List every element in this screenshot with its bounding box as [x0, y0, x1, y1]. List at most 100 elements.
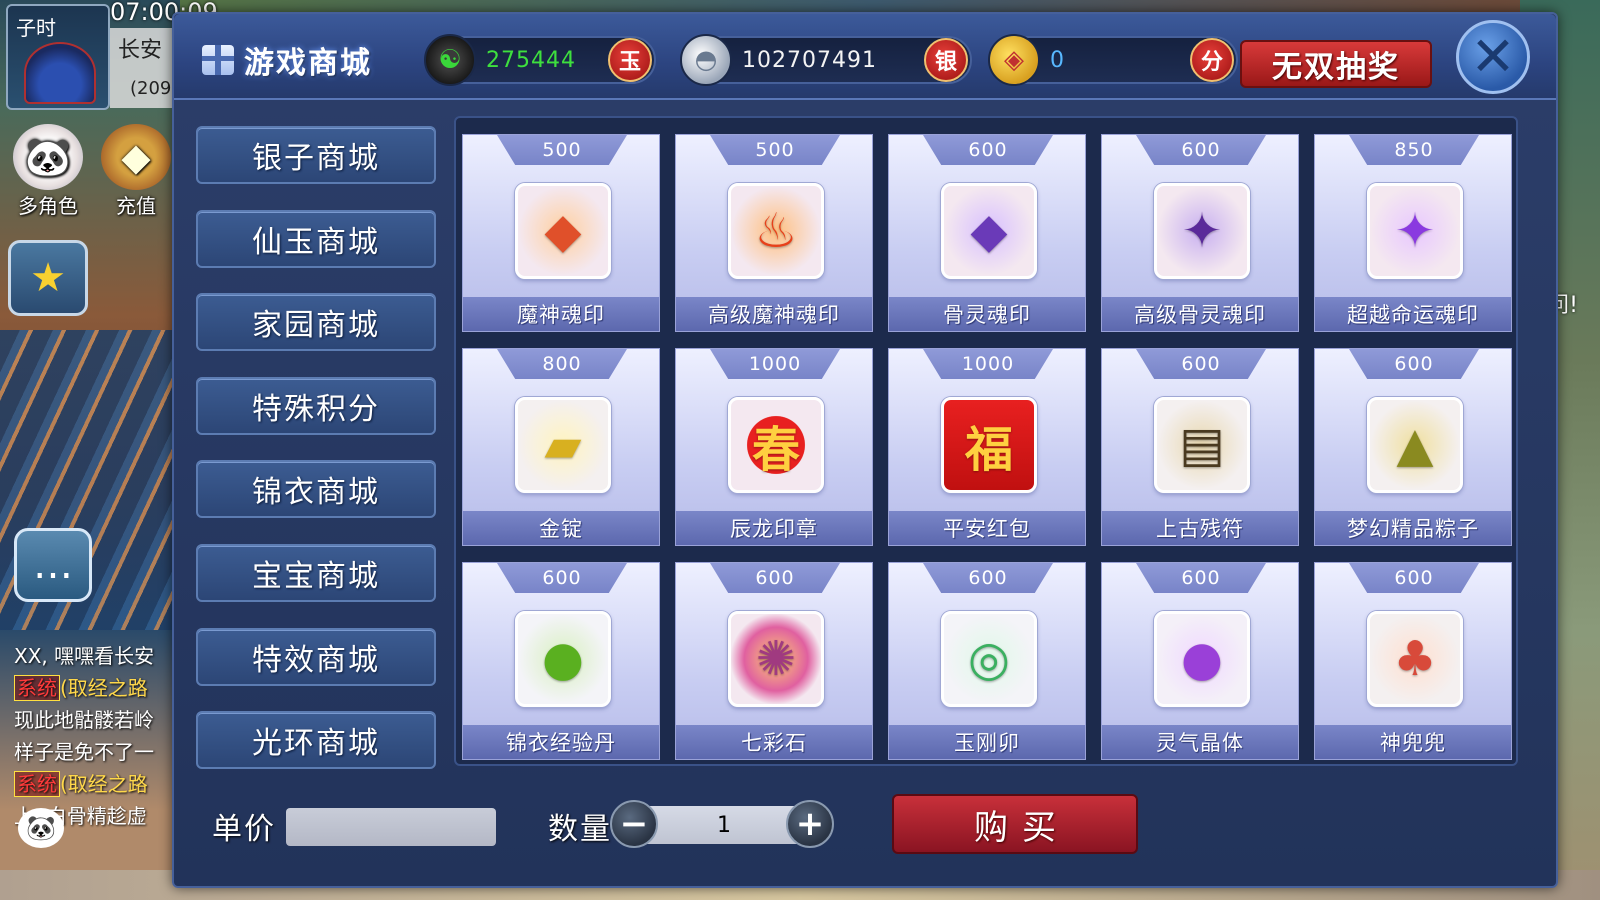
pet-avatar-icon: ★	[30, 255, 66, 301]
item-card[interactable]: 1000 春辰龙印章	[675, 348, 873, 546]
pet-button[interactable]: ★	[8, 240, 88, 316]
lottery-button[interactable]: 无双抽奖	[1240, 40, 1432, 88]
ancient-talisman-icon: ▤	[1154, 397, 1250, 493]
system-tag: 系统	[14, 675, 60, 701]
item-price: 600	[1136, 563, 1266, 593]
recharge-label: 充值	[116, 194, 156, 218]
nav-silver-mall[interactable]: 银子商城	[196, 126, 436, 184]
item-grid: 500 ◆ 魔神魂印 500 ♨ 高级魔神魂印 600 ◆ 骨灵魂印 600 ✦ 高级骨灵魂印 850 ✦…	[462, 134, 1512, 760]
item-name: 魔神魂印	[463, 297, 659, 331]
item-name: 神兜兜	[1315, 725, 1511, 759]
item-price: 800	[497, 349, 627, 379]
item-price: 600	[497, 563, 627, 593]
item-name: 金锭	[463, 511, 659, 545]
dragon-seal-icon: 春	[728, 397, 824, 493]
item-name: 锦衣经验丹	[463, 725, 659, 759]
city-name: 长安	[118, 38, 163, 63]
nav-pet-mall[interactable]: 宝宝商城	[196, 543, 436, 602]
panda-avatar-icon: 🐼	[13, 124, 83, 190]
item-card[interactable]: 600 ♣ 神兜兜	[1314, 562, 1512, 760]
item-card[interactable]: 600 ✦ 高级骨灵魂印	[1101, 134, 1299, 332]
player-coords: (209	[130, 78, 172, 99]
item-card[interactable]: 600 ◎ 玉刚卯	[888, 562, 1086, 760]
close-icon[interactable]: ✕	[1456, 20, 1530, 94]
item-card[interactable]: 600 ● 灵气晶体	[1101, 562, 1299, 760]
item-price: 500	[710, 135, 840, 165]
item-name: 辰龙印章	[676, 511, 872, 545]
chat-line: XX, 嘿嘿看长安	[14, 644, 155, 668]
multi-role-button[interactable]: 🐼 多角色	[8, 124, 88, 219]
item-price: 500	[497, 135, 627, 165]
silver-balance: ◓ 102707491 银	[680, 34, 972, 86]
item-name: 骨灵魂印	[889, 297, 1085, 331]
multi-role-label: 多角色	[18, 194, 78, 218]
item-card[interactable]: 600 ▲ 梦幻精品粽子	[1314, 348, 1512, 546]
minimap-location[interactable]: 长安 (209	[110, 28, 180, 108]
mall-header: 游戏商城 ☯ 275444 玉 ◓ 102707491 银 ◈ 0 分 无双抽奖…	[174, 14, 1556, 100]
item-price: 600	[1136, 135, 1266, 165]
time-period: 子时	[16, 16, 56, 40]
nav-halo-mall[interactable]: 光环商城	[196, 711, 436, 770]
item-grid-panel: 500 ◆ 魔神魂印 500 ♨ 高级魔神魂印 600 ◆ 骨灵魂印 600 ✦ 高级骨灵魂印 850 ✦…	[454, 116, 1518, 766]
item-name: 七彩石	[676, 725, 872, 759]
item-card[interactable]: 500 ◆ 魔神魂印	[462, 134, 660, 332]
zongzi-icon: ▲	[1367, 397, 1463, 493]
gold-ingot-icon: ▰	[515, 397, 611, 493]
chat-bubble-icon: …	[33, 542, 73, 588]
item-card[interactable]: 850 ✦ 超越命运魂印	[1314, 134, 1512, 332]
item-name: 玉刚卯	[889, 725, 1085, 759]
purchase-bar: 单价 数量 − + 购买	[174, 790, 1556, 870]
palace-gate-icon	[24, 42, 96, 104]
item-price: 600	[1349, 349, 1479, 379]
points-coin-icon: ◈	[988, 34, 1040, 86]
points-badge: 分	[1190, 38, 1234, 82]
item-card[interactable]: 600 ● 锦衣经验丹	[462, 562, 660, 760]
item-card[interactable]: 600 ✺ 七彩石	[675, 562, 873, 760]
item-name: 高级骨灵魂印	[1102, 297, 1298, 331]
nav-jade-mall[interactable]: 仙玉商城	[196, 209, 436, 268]
item-card[interactable]: 600 ◆ 骨灵魂印	[888, 134, 1086, 332]
recharge-button[interactable]: ◆ 充值	[96, 124, 176, 219]
nav-special-points[interactable]: 特殊积分	[196, 376, 436, 435]
nav-home-mall[interactable]: 家园商城	[196, 293, 436, 352]
item-price: 600	[1349, 563, 1479, 593]
item-name: 灵气晶体	[1102, 725, 1298, 759]
rainbow-stone-icon: ✺	[728, 611, 824, 707]
chat-button[interactable]: …	[14, 528, 92, 602]
silver-badge: 银	[924, 38, 968, 82]
time-of-day-widget[interactable]: 子时	[6, 4, 110, 110]
mall-category-nav: 银子商城 仙玉商城 家园商城 特殊积分 锦衣商城 宝宝商城 特效商城 光环商城	[196, 126, 436, 795]
item-price: 600	[710, 563, 840, 593]
item-price: 850	[1349, 135, 1479, 165]
mall-title: 游戏商城	[202, 38, 372, 82]
buy-button[interactable]: 购买	[892, 794, 1138, 854]
quantity-label: 数量	[548, 812, 612, 847]
item-name: 高级魔神魂印	[676, 297, 872, 331]
item-name: 平安红包	[889, 511, 1085, 545]
jade-badge: 玉	[608, 38, 652, 82]
red-envelope-icon: 福	[941, 397, 1037, 493]
jade-balance: ☯ 275444 玉	[424, 34, 656, 86]
purple-crystal-orb-icon: ●	[1154, 611, 1250, 707]
item-price: 600	[1136, 349, 1266, 379]
experience-pill-icon: ●	[515, 611, 611, 707]
dark-purple-soul-seal-icon: ✦	[1154, 183, 1250, 279]
mall-title-text: 游戏商城	[244, 46, 372, 81]
item-card[interactable]: 800 ▰ 金锭	[462, 348, 660, 546]
quantity-plus-button[interactable]: +	[786, 800, 834, 848]
silver-ingot-icon: ◓	[680, 34, 732, 86]
unit-price-label: 单价	[212, 812, 276, 847]
red-soul-seal-icon: ◆	[515, 183, 611, 279]
chat-line: 现此地骷髅若岭	[14, 708, 154, 732]
item-card[interactable]: 600 ▤ 上古残符	[1101, 348, 1299, 546]
panda-mascot-icon[interactable]: 🐼	[18, 808, 64, 848]
chat-line: 系统 (取经之路	[14, 672, 180, 704]
chat-line: 系统 (取经之路	[14, 768, 180, 800]
nav-effects-mall[interactable]: 特效商城	[196, 627, 436, 686]
quantity-input[interactable]	[646, 806, 802, 844]
item-card[interactable]: 500 ♨ 高级魔神魂印	[675, 134, 873, 332]
quantity-minus-button[interactable]: −	[610, 800, 658, 848]
item-price: 600	[923, 563, 1053, 593]
item-card[interactable]: 1000 福平安红包	[888, 348, 1086, 546]
nav-costume-mall[interactable]: 锦衣商城	[196, 460, 436, 519]
